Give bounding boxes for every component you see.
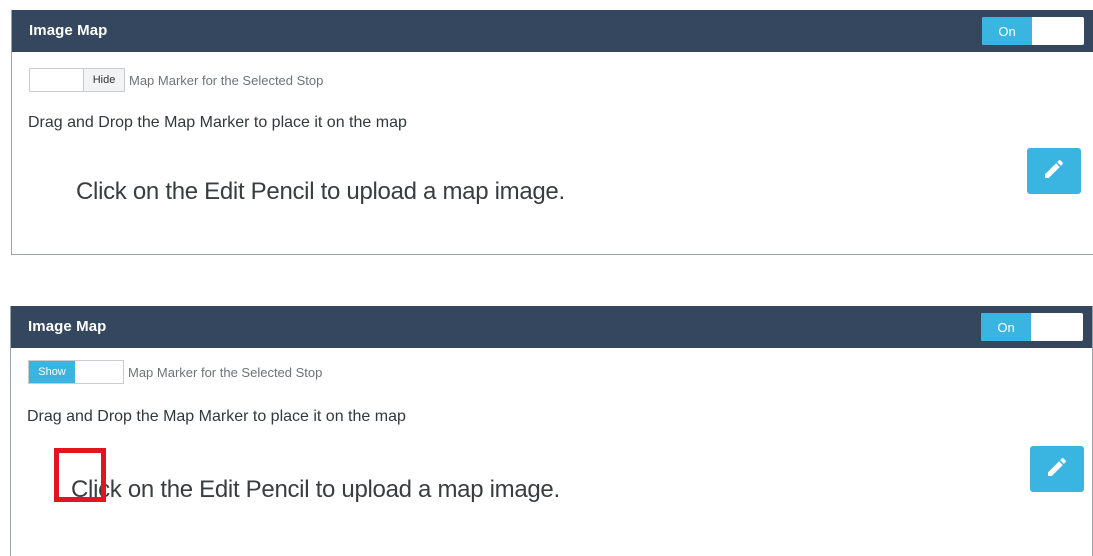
pencil-icon [1042, 157, 1066, 186]
marker-toggle-caption: Map Marker for the Selected Stop [129, 73, 324, 88]
image-map-on-off-switch[interactable]: On [981, 313, 1083, 341]
panel-title: Image Map [29, 22, 108, 39]
panel-header: Image Map On [11, 306, 1092, 348]
panel-title: Image Map [28, 318, 107, 335]
panel-header: Image Map On [12, 10, 1093, 52]
image-map-panel: Image Map On Show Map Marker for the Sel… [10, 306, 1093, 556]
edit-pencil-button[interactable] [1027, 148, 1081, 194]
drag-instruction: Drag and Drop the Map Marker to place it… [28, 114, 407, 131]
image-map-on-off-switch[interactable]: On [982, 17, 1084, 45]
toggle-hide-label: Hide [83, 69, 124, 91]
drag-instruction: Drag and Drop the Map Marker to place it… [27, 408, 406, 425]
toggle-show-label: Show [29, 361, 75, 383]
upload-placeholder-text: Click on the Edit Pencil to upload a map… [71, 476, 560, 503]
marker-toggle-caption: Map Marker for the Selected Stop [128, 365, 323, 380]
marker-visibility-toggle[interactable]: Hide [29, 68, 125, 92]
image-map-panel: Image Map On Hide Map Marker for the Sel… [11, 10, 1093, 255]
switch-on-label: On [981, 313, 1031, 341]
edit-pencil-button[interactable] [1030, 446, 1084, 492]
upload-placeholder-text: Click on the Edit Pencil to upload a map… [76, 178, 565, 205]
map-marker[interactable] [54, 448, 106, 502]
marker-visibility-toggle[interactable]: Show [28, 360, 124, 384]
pencil-icon [1045, 455, 1069, 484]
switch-on-label: On [982, 17, 1032, 45]
